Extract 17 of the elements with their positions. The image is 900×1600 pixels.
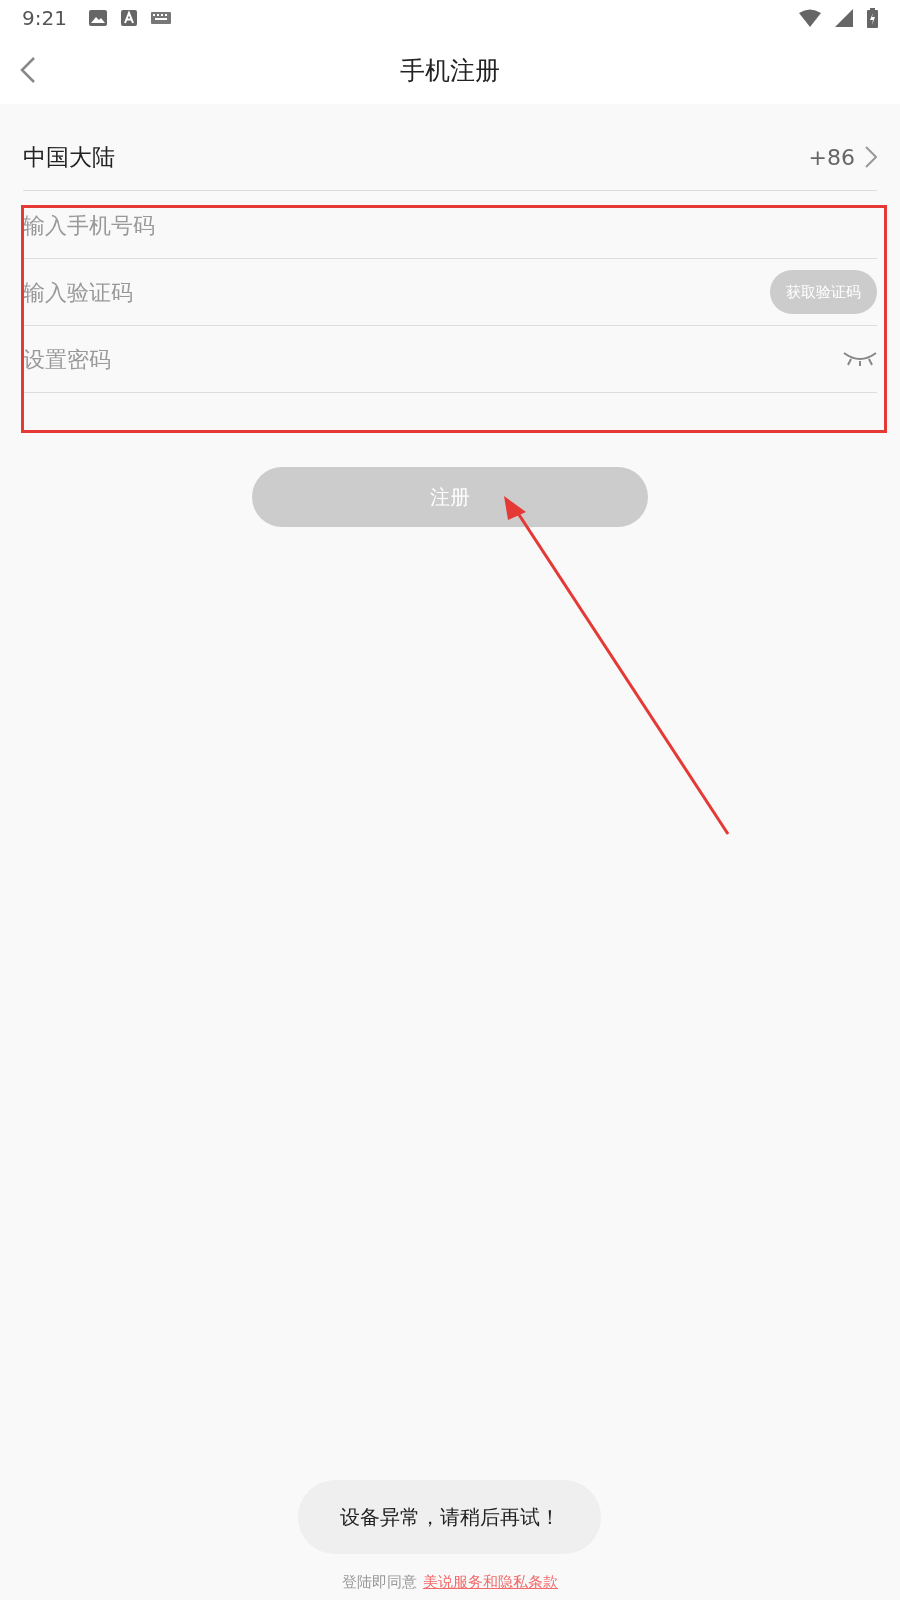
keyboard-icon bbox=[150, 12, 171, 24]
agreement-text: 登陆即同意 bbox=[342, 1573, 417, 1592]
toast-message: 设备异常，请稍后再试！ bbox=[298, 1480, 601, 1554]
input-field[interactable]: 输入验证码 bbox=[23, 279, 770, 305]
wifi-icon bbox=[799, 9, 821, 27]
input-field[interactable]: 输入手机号码 bbox=[23, 212, 877, 238]
battery-icon bbox=[867, 8, 878, 28]
chevron-right-icon bbox=[865, 146, 877, 168]
agreement-link[interactable]: 美说服务和隐私条款 bbox=[423, 1573, 558, 1592]
region-selector[interactable]: 中国大陆 +86 bbox=[23, 104, 877, 191]
signal-icon bbox=[835, 9, 853, 27]
input-field[interactable]: 设置密码 bbox=[23, 346, 843, 372]
status-time: 9:21 bbox=[22, 6, 67, 30]
eye-closed-icon[interactable] bbox=[843, 351, 877, 367]
text-icon bbox=[120, 10, 137, 26]
image-icon bbox=[88, 10, 107, 26]
page-title: 手机注册 bbox=[400, 54, 500, 87]
